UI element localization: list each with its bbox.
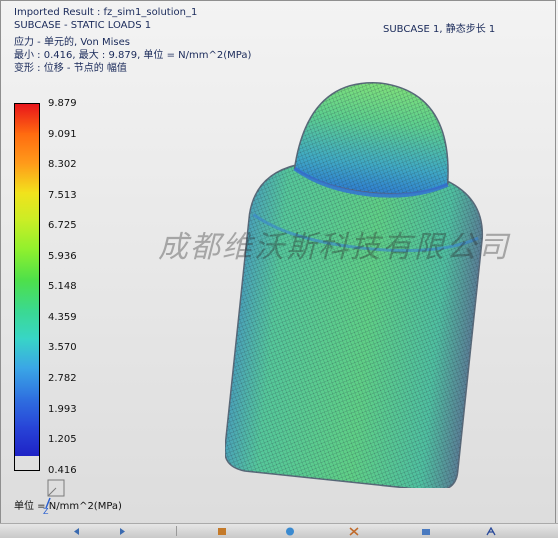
bottom-toolbar	[0, 523, 558, 538]
legend-band	[15, 338, 39, 369]
deformation-line: 变形 : 位移 - 节点的 幅值	[14, 63, 127, 74]
edit-icon[interactable]	[421, 527, 431, 536]
legend-tick-label: 2.782	[48, 372, 77, 384]
view-icon[interactable]	[217, 527, 227, 536]
legend-tick-label: 4.359	[48, 311, 77, 323]
legend-tick-label: 6.725	[48, 220, 77, 232]
legend-tick-label: 7.513	[48, 189, 77, 201]
subcase-label: SUBCASE - STATIC LOADS 1	[14, 20, 152, 31]
legend-band	[15, 426, 39, 457]
triad-z-label: Z	[43, 507, 49, 514]
legend-band	[15, 396, 39, 427]
legend-band	[15, 133, 39, 164]
legend-band	[15, 367, 39, 398]
legend-tick-label: 1.993	[48, 403, 77, 415]
legend-tick-label: 9.091	[48, 128, 77, 140]
legend-tick-label: 8.302	[48, 159, 77, 171]
fea-model-capsule[interactable]	[225, 76, 495, 488]
sphere-icon[interactable]	[285, 527, 295, 536]
toolbar-separator	[176, 526, 177, 536]
legend-band	[15, 308, 39, 339]
legend-band	[15, 221, 39, 252]
legend-band	[15, 162, 39, 193]
subcase-step-label: SUBCASE 1, 静态步长 1	[383, 24, 496, 35]
company-watermark: 成都维沃斯科技有限公司	[158, 230, 510, 265]
arrow-left-icon[interactable]	[73, 527, 83, 536]
tools-icon[interactable]	[349, 527, 359, 536]
legend-tick-label: 5.148	[48, 281, 77, 293]
color-legend-bar	[14, 103, 40, 471]
arrow-right-icon[interactable]	[116, 527, 126, 536]
result-title: Imported Result : fz_sim1_solution_1	[14, 7, 198, 18]
coordinate-triad-icon: Z	[43, 479, 65, 514]
legend-band	[15, 250, 39, 281]
legend-band	[15, 279, 39, 310]
legend-tick-label: 9.879	[48, 98, 77, 109]
legend-band	[15, 104, 39, 134]
legend-tick-label: 5.936	[48, 250, 77, 262]
text-a-icon[interactable]	[486, 527, 496, 536]
legend-band	[15, 191, 39, 222]
legend-tick-label: 3.570	[48, 342, 77, 354]
legend-tick-label: 1.205	[48, 434, 77, 446]
